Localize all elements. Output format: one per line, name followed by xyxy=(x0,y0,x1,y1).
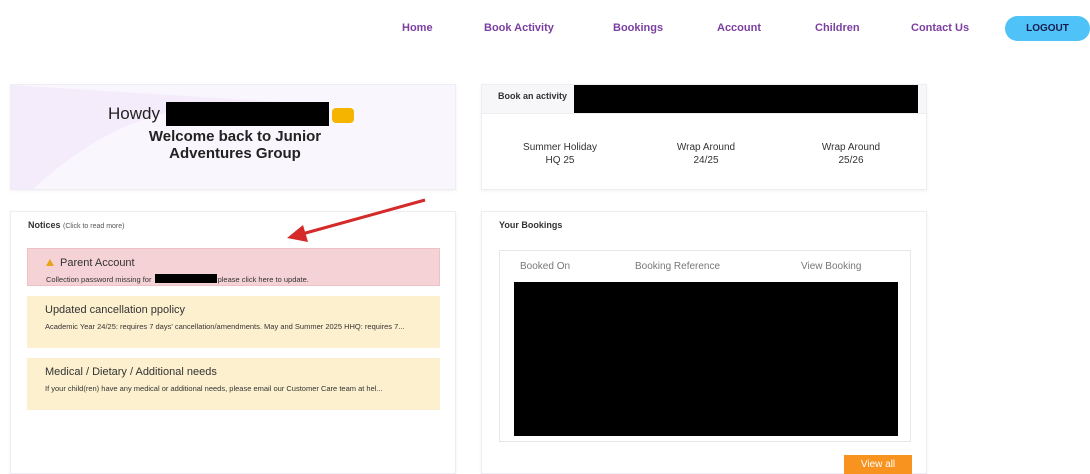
notices-title: Notices xyxy=(28,220,61,230)
activity-summer-holiday[interactable]: Summer Holiday HQ 25 xyxy=(500,141,620,167)
column-view-booking: View Booking xyxy=(801,261,862,272)
redacted-activity-field xyxy=(574,85,918,113)
redacted-username xyxy=(166,102,329,126)
nav-children[interactable]: Children xyxy=(815,22,860,34)
welcome-message-line-1: Welcome back to Junior xyxy=(148,128,322,145)
column-booked-on: Booked On xyxy=(520,261,571,272)
top-navigation: Home Book Activity Bookings Account Chil… xyxy=(0,16,1090,42)
logout-button[interactable]: LOGOUT xyxy=(1005,16,1090,41)
nav-account[interactable]: Account xyxy=(717,22,761,34)
notice-cancellation-policy[interactable]: Updated cancellation ppolicy Academic Ye… xyxy=(27,296,440,348)
warning-icon xyxy=(46,259,54,266)
column-booking-reference: Booking Reference xyxy=(635,261,721,272)
waving-hand-icon xyxy=(332,108,354,123)
notices-card: Notices (Click to read more) Parent Acco… xyxy=(10,211,456,474)
nav-home[interactable]: Home xyxy=(402,22,433,34)
welcome-message-line-2: Adventures Group xyxy=(169,145,301,162)
your-bookings-card: Your Bookings Booked On Booking Referenc… xyxy=(481,211,927,474)
nav-book-activity[interactable]: Book Activity xyxy=(484,22,554,34)
bookings-title: Your Bookings xyxy=(499,220,563,230)
notice-parent-account[interactable]: Parent Account Collection password missi… xyxy=(27,248,440,286)
notice-medical-needs[interactable]: Medical / Dietary / Additional needs If … xyxy=(27,358,440,410)
bookings-table: Booked On Booking Reference View Booking xyxy=(499,250,911,442)
book-activity-label: Book an activity xyxy=(498,91,568,101)
view-all-button[interactable]: View all xyxy=(844,455,912,474)
nav-bookings[interactable]: Bookings xyxy=(613,22,663,34)
redacted-bookings-rows xyxy=(514,282,898,436)
redacted-child-name xyxy=(154,274,217,283)
nav-contact-us[interactable]: Contact Us xyxy=(911,22,969,34)
greeting: Howdy xyxy=(108,104,160,123)
notices-hint: (Click to read more) xyxy=(63,223,125,230)
book-activity-card: Book an activity Summer Holiday HQ 25 Wr… xyxy=(481,84,927,190)
activity-wrap-around-24-25[interactable]: Wrap Around 24/25 xyxy=(646,141,766,167)
activity-wrap-around-25-26[interactable]: Wrap Around 25/26 xyxy=(791,141,911,167)
notices-header: Notices (Click to read more) xyxy=(28,220,125,230)
